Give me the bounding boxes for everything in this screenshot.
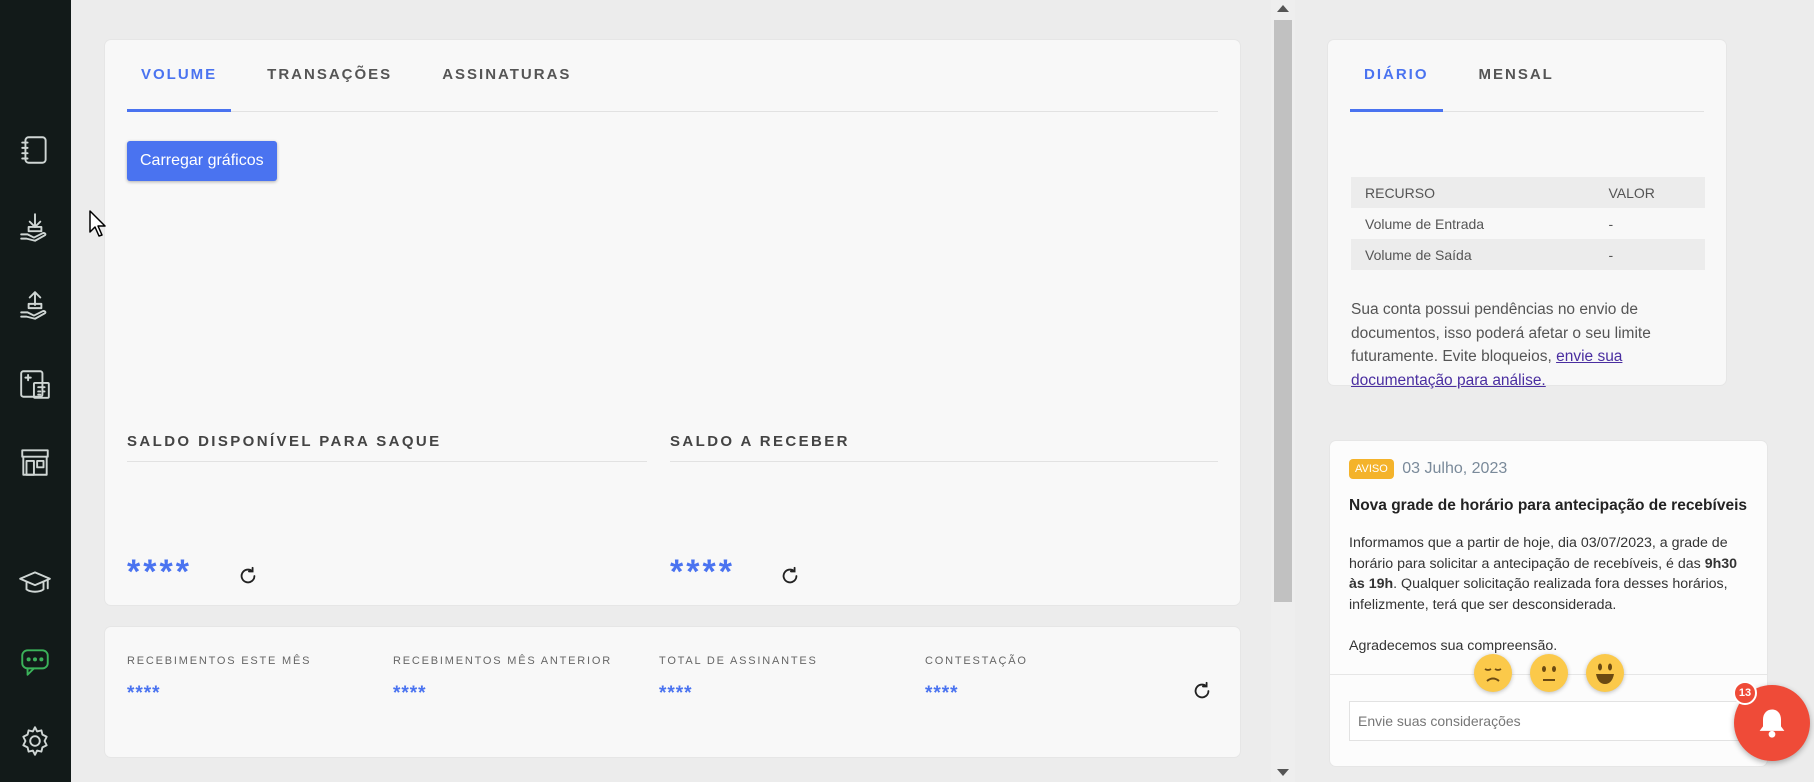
notice-text: Informamos que a partir de hoje, dia 03/… (1349, 535, 1728, 572)
tab-mensal[interactable]: MENSAL (1465, 40, 1568, 112)
feedback-input[interactable] (1349, 701, 1749, 741)
scroll-thumb[interactable] (1274, 20, 1292, 602)
scroll-down-arrow-icon[interactable] (1277, 769, 1289, 776)
notification-count-badge: 13 (1733, 681, 1757, 705)
divider (670, 461, 1218, 462)
stat-value-this-month: **** (127, 683, 161, 704)
tab-diario[interactable]: DIÁRIO (1350, 40, 1443, 112)
calculator-icon[interactable] (16, 365, 54, 403)
table-header: RECURSO (1365, 184, 1436, 201)
scroll-up-arrow-icon[interactable] (1277, 5, 1289, 12)
chat-icon[interactable] (16, 643, 54, 681)
store-icon[interactable] (16, 443, 54, 481)
notice-badge: AVISO (1349, 459, 1394, 479)
gear-icon[interactable] (16, 722, 54, 760)
main-tabs: VOLUME TRANSAÇÕES ASSINATURAS (127, 40, 1218, 112)
table-row: Volume de Saída - (1351, 239, 1705, 270)
mouse-cursor-icon (89, 210, 106, 237)
main-scrollbar[interactable] (1271, 0, 1295, 782)
volume-card: VOLUME TRANSAÇÕES ASSINATURAS Carregar g… (105, 40, 1240, 605)
refresh-icon[interactable] (237, 565, 259, 587)
table-header-row: RECURSO VALOR (1351, 177, 1705, 208)
notice-header: AVISO 03 Julho, 2023 (1349, 459, 1507, 479)
graduation-cap-icon[interactable] (16, 564, 54, 602)
stat-value-last-month: **** (393, 683, 427, 704)
table-cell: Volume de Entrada (1365, 215, 1485, 232)
stat-label-last-month: RECEBIMENTOS MÊS ANTERIOR (393, 655, 612, 667)
divider (127, 461, 647, 462)
table-header: VALOR (1608, 184, 1655, 201)
refresh-icon[interactable] (1191, 680, 1213, 702)
summary-tabs: DIÁRIO MENSAL (1350, 40, 1704, 112)
notice-thanks: Agradecemos sua compreensão. (1349, 637, 1558, 654)
pending-documents-text: Sua conta possui pendências no envio de … (1351, 298, 1691, 392)
tab-volume[interactable]: VOLUME (127, 40, 232, 112)
receivable-balance-value: **** (670, 553, 735, 591)
receivable-balance-title: SALDO A RECEBER (670, 433, 850, 450)
table-row: Volume de Entrada - (1351, 208, 1705, 239)
stat-value-subscribers: **** (659, 683, 693, 704)
load-charts-button[interactable]: Carregar gráficos (127, 141, 277, 181)
stat-label-subscribers: TOTAL DE ASSINANTES (659, 655, 818, 667)
neutral-face-icon[interactable] (1530, 654, 1568, 692)
table-cell: - (1608, 246, 1614, 263)
tab-transacoes[interactable]: TRANSAÇÕES (253, 40, 406, 112)
notice-body: Informamos que a partir de hoje, dia 03/… (1349, 533, 1739, 656)
table-cell: - (1608, 215, 1614, 232)
bell-icon (1759, 709, 1785, 738)
notice-date: 03 Julho, 2023 (1402, 460, 1508, 477)
sad-face-icon[interactable] (1474, 654, 1512, 692)
sidebar (0, 0, 71, 782)
refresh-icon[interactable] (779, 565, 801, 587)
stat-value-disputes: **** (925, 683, 959, 704)
summary-card: DIÁRIO MENSAL RECURSO VALOR Volume de En… (1328, 40, 1726, 389)
stat-label-this-month: RECEBIMENTOS ESTE MÊS (127, 655, 312, 667)
notebook-icon[interactable] (16, 131, 54, 169)
happy-face-icon[interactable] (1586, 654, 1624, 692)
available-balance-title: SALDO DISPONÍVEL PARA SAQUE (127, 433, 442, 450)
notice-text: . Qualquer solicitação realizada fora de… (1349, 576, 1728, 613)
send-money-icon[interactable] (16, 287, 54, 325)
available-balance-value: **** (127, 553, 192, 591)
table-cell: Volume de Saída (1365, 246, 1472, 263)
receive-money-icon[interactable] (16, 209, 54, 247)
notice-title: Nova grade de horário para antecipação d… (1349, 497, 1747, 514)
tab-assinaturas[interactable]: ASSINATURAS (428, 40, 585, 112)
stat-label-disputes: CONTESTAÇÃO (925, 655, 1028, 667)
summary-table: RECURSO VALOR Volume de Entrada - Volume… (1351, 177, 1705, 270)
